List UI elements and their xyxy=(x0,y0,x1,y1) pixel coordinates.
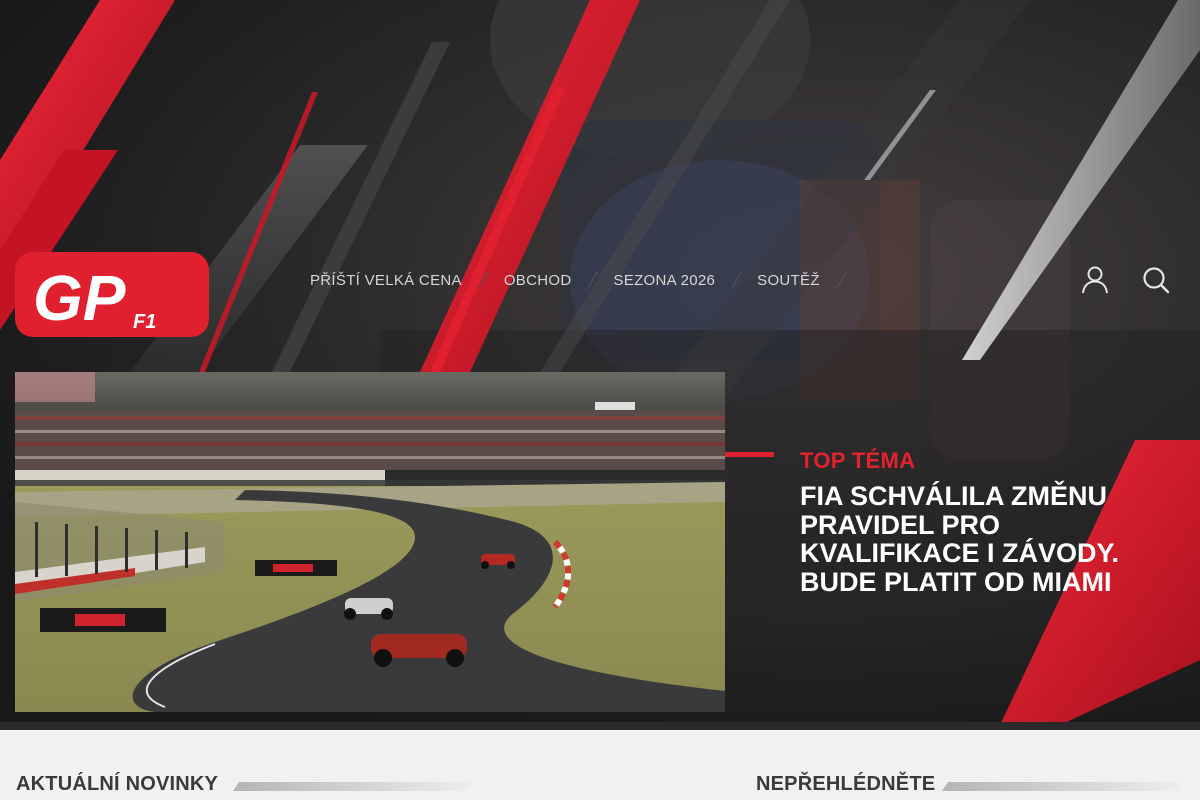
content-section: AKTUÁLNÍ NOVINKY NEPŘEHLÉDNĚTE xyxy=(0,730,1200,800)
nav-next-grand-prix[interactable]: PŘÍŠTÍ VELKÁ CENA xyxy=(310,272,462,289)
nav-separator xyxy=(587,271,599,289)
nav-separator xyxy=(731,271,743,289)
featured-article-image[interactable] xyxy=(15,372,725,712)
section-divider-decoration xyxy=(233,782,473,791)
hero-section: GP F1 PŘÍŠTÍ VELKÁ CENA OBCHOD SEZONA 20… xyxy=(0,0,1200,730)
feature-headline[interactable]: FIA SCHVÁLILA ZMĚNU PRAVIDEL PRO KVALIFI… xyxy=(800,482,1160,596)
section-title-dont-miss: NEPŘEHLÉDNĚTE xyxy=(756,773,936,795)
user-icon[interactable] xyxy=(1080,265,1110,295)
site-logo[interactable]: GP F1 xyxy=(15,252,209,337)
feature-accent-line xyxy=(725,452,774,457)
logo-f1-text: F1 xyxy=(133,311,156,333)
section-divider-decoration xyxy=(942,782,1182,791)
nav-season-2026[interactable]: SEZONA 2026 xyxy=(613,272,715,289)
nav-contest[interactable]: SOUTĚŽ xyxy=(757,272,820,289)
nav-separator xyxy=(836,271,848,289)
search-icon[interactable] xyxy=(1141,265,1171,295)
nav-shop[interactable]: OBCHOD xyxy=(504,272,572,289)
feature-category-label[interactable]: TOP TÉMA xyxy=(800,448,915,474)
logo-gp-text: GP xyxy=(33,262,126,334)
main-nav: PŘÍŠTÍ VELKÁ CENA OBCHOD SEZONA 2026 SOU… xyxy=(310,268,862,292)
nav-separator xyxy=(478,271,490,289)
section-title-latest-news: AKTUÁLNÍ NOVINKY xyxy=(16,773,219,795)
